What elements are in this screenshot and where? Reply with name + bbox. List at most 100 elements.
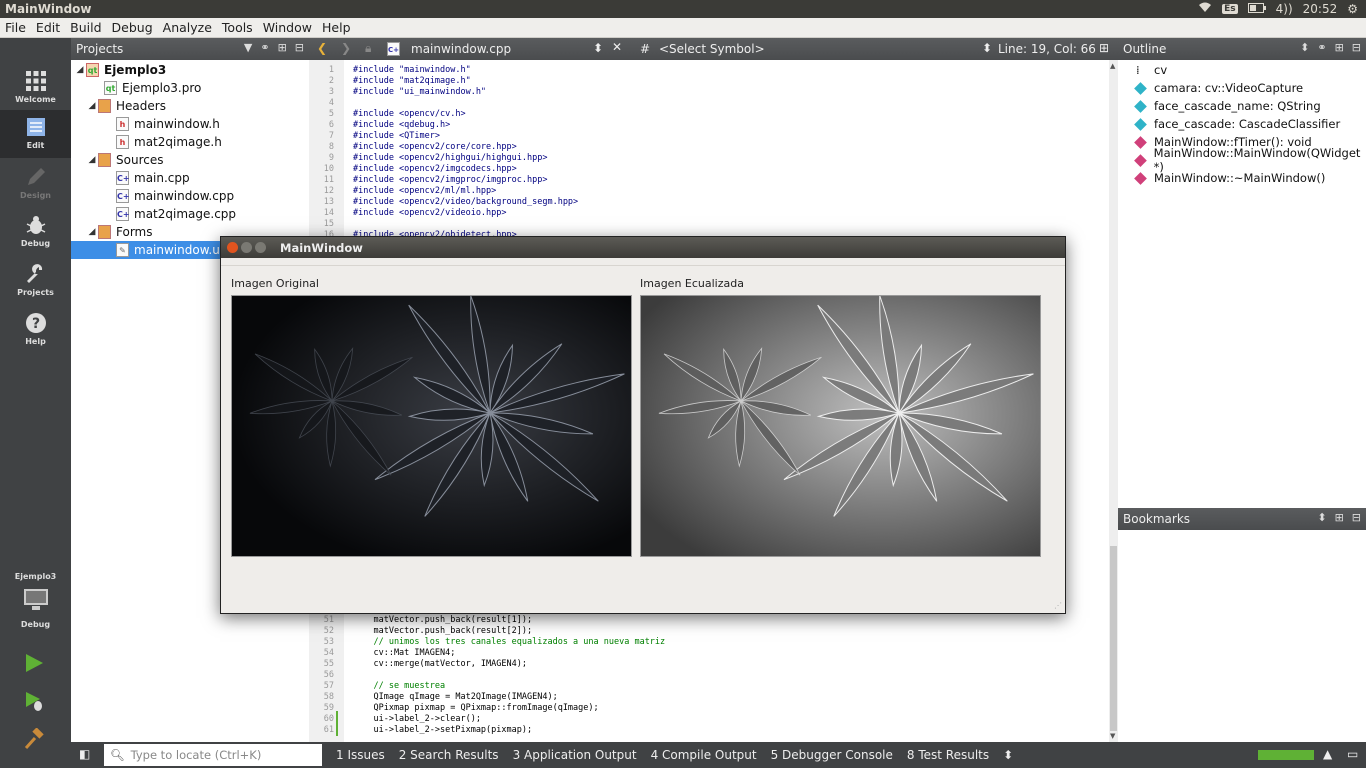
split-icon[interactable]: ⊞ — [1335, 41, 1344, 54]
cursor-position[interactable]: Line: 19, Col: 66 — [998, 42, 1096, 56]
outline-item[interactable]: face_cascade_name: QString — [1118, 97, 1366, 115]
output-tab-issues[interactable]: 1 Issues — [336, 748, 385, 762]
tree-item-file[interactable]: h mainwindow.h — [71, 115, 309, 133]
back-arrow-icon[interactable]: ❮ — [317, 41, 327, 55]
code-line[interactable]: matVector.push_back(result[2]); — [353, 626, 665, 637]
menu-edit[interactable]: Edit — [31, 18, 65, 37]
tree-item-file[interactable]: C+ main.cpp — [71, 169, 309, 187]
chevron-down-icon[interactable]: ◢ — [86, 227, 98, 237]
combo-arrow-icon[interactable]: ⬍ — [593, 41, 603, 55]
code-line[interactable]: #include <opencv2/ml/ml.hpp> — [353, 186, 578, 197]
mode-welcome[interactable]: Welcome — [0, 64, 71, 112]
close-panel-icon[interactable]: ⊟ — [1352, 511, 1361, 524]
code-line[interactable] — [353, 670, 665, 681]
combo-arrow-icon[interactable]: ⬍ — [982, 41, 992, 55]
mode-edit[interactable]: Edit — [0, 110, 71, 158]
combo-arrow-icon[interactable]: ⬍ — [1317, 511, 1326, 524]
tree-item-file[interactable]: C+ mat2qimage.cpp — [71, 205, 309, 223]
code-line[interactable]: cv::Mat IMAGEN4; — [353, 648, 665, 659]
tree-item-file[interactable]: C+ mainwindow.cpp — [71, 187, 309, 205]
menu-analyze[interactable]: Analyze — [158, 18, 217, 37]
run-button[interactable] — [23, 652, 45, 678]
tree-item-root[interactable]: ◢ qt Ejemplo3 — [71, 61, 309, 79]
tree-item-pro[interactable]: qt Ejemplo3.pro — [71, 79, 309, 97]
mode-debug[interactable]: Debug — [0, 208, 71, 256]
locator-input[interactable]: 🔍︎ Type to locate (Ctrl+K) — [104, 744, 322, 766]
sidebar-toggle-icon[interactable]: ◧ — [79, 747, 90, 761]
outline-item[interactable]: camara: cv::VideoCapture — [1118, 79, 1366, 97]
code-line[interactable]: #include <opencv2/core/core.hpp> — [353, 142, 578, 153]
code-line[interactable]: QImage qImage = Mat2QImage(IMAGEN4); — [353, 692, 665, 703]
code-line[interactable]: #include "mat2qimage.h" — [353, 76, 578, 87]
code-line[interactable] — [353, 219, 578, 230]
code-line[interactable]: matVector.push_back(result[1]); — [353, 615, 665, 626]
code-line[interactable]: #include <QTimer> — [353, 131, 578, 142]
editor-scrollbar[interactable]: ▲ ▼ — [1109, 60, 1118, 742]
minimize-icon[interactable] — [241, 242, 252, 253]
outline-item[interactable]: face_cascade: CascadeClassifier — [1118, 115, 1366, 133]
code-line[interactable]: #include <opencv2/imgcodecs.hpp> — [353, 164, 578, 175]
code-line[interactable]: ui->label_2->setPixmap(pixmap); — [353, 725, 665, 736]
gear-icon[interactable]: ⚙ — [1347, 2, 1358, 16]
code-line[interactable]: // unimos los tres canales equalizados a… — [353, 637, 665, 648]
menu-help[interactable]: Help — [317, 18, 356, 37]
code-line[interactable]: #include <opencv2/video/background_segm.… — [353, 197, 578, 208]
code-line[interactable]: #include <opencv2/videoio.hpp> — [353, 208, 578, 219]
close-panel-icon[interactable]: ⊟ — [1352, 41, 1361, 54]
menu-build[interactable]: Build — [65, 18, 106, 37]
filter-icon[interactable]: ▼ — [244, 41, 252, 54]
code-line[interactable]: cv::merge(matVector, IMAGEN4); — [353, 659, 665, 670]
code-line[interactable]: #include "ui_mainwindow.h" — [353, 87, 578, 98]
menu-debug[interactable]: Debug — [107, 18, 158, 37]
app-window-titlebar[interactable]: MainWindow — [221, 237, 1065, 258]
split-icon[interactable]: ⊞ — [1099, 41, 1109, 55]
link-icon[interactable]: ⚭ — [1317, 41, 1326, 54]
editor-file-combo[interactable]: mainwindow.cpp — [411, 42, 511, 56]
code-line[interactable]: #include <opencv2/imgproc/imgproc.hpp> — [353, 175, 578, 186]
kit-selector[interactable]: Debug — [0, 588, 71, 632]
output-tab-test-results[interactable]: 8 Test Results — [907, 748, 989, 762]
symbol-combo[interactable]: <Select Symbol> — [659, 42, 765, 56]
tree-item-file[interactable]: h mat2qimage.h — [71, 133, 309, 151]
code-line[interactable]: // se muestrea — [353, 681, 665, 692]
mode-help[interactable]: ? Help — [0, 306, 71, 354]
mode-design[interactable]: Design — [0, 160, 71, 208]
chevron-up-icon[interactable]: ▲ — [1323, 747, 1332, 761]
outline-item[interactable]: ⁞ cv — [1118, 61, 1366, 79]
outline-item[interactable]: MainWindow::MainWindow(QWidget *) — [1118, 146, 1366, 174]
code-line[interactable]: ui->label_2->clear(); — [353, 714, 665, 725]
resize-grip[interactable]: ⋰ — [1054, 601, 1062, 610]
keyboard-layout-indicator[interactable]: Es — [1222, 4, 1238, 14]
code-line[interactable] — [353, 98, 578, 109]
output-tab-debugger-console[interactable]: 5 Debugger Console — [771, 748, 893, 762]
chevron-down-icon[interactable]: ◢ — [74, 65, 86, 75]
mode-projects[interactable]: Projects — [0, 257, 71, 305]
link-icon[interactable]: ⚭ — [260, 41, 269, 54]
scrollbar-thumb[interactable] — [1110, 546, 1117, 731]
menu-window[interactable]: Window — [258, 18, 317, 37]
combo-arrow-icon[interactable]: ⬍ — [1300, 41, 1309, 54]
split-icon[interactable]: ⊞ — [278, 41, 287, 54]
code-line[interactable]: QPixmap pixmap = QPixmap::fromImage(qIma… — [353, 703, 665, 714]
more-tabs-icon[interactable]: ⬍ — [1003, 748, 1013, 762]
menu-file[interactable]: File — [0, 18, 31, 37]
code-line[interactable]: #include "mainwindow.h" — [353, 65, 578, 76]
battery-icon[interactable] — [1247, 2, 1266, 16]
tree-item-sources[interactable]: ◢ Sources — [71, 151, 309, 169]
volume-icon[interactable]: 4)) — [1276, 2, 1293, 16]
chevron-down-icon[interactable]: ◢ — [86, 155, 98, 165]
split-icon[interactable]: ⊞ — [1335, 511, 1344, 524]
output-tab-application-output[interactable]: 3 Application Output — [513, 748, 637, 762]
tree-item-headers[interactable]: ◢ Headers — [71, 97, 309, 115]
close-panel-icon[interactable]: ⊟ — [295, 41, 304, 54]
wifi-icon[interactable] — [1198, 2, 1212, 16]
code-line[interactable]: #include <qdebug.h> — [353, 120, 578, 131]
clock[interactable]: 20:52 — [1303, 2, 1338, 16]
menu-tools[interactable]: Tools — [217, 18, 258, 37]
debug-run-button[interactable] — [23, 690, 45, 716]
close-icon[interactable] — [227, 242, 238, 253]
maximize-icon[interactable] — [255, 242, 266, 253]
build-button[interactable] — [23, 727, 45, 754]
close-document-icon[interactable]: ✕ — [612, 40, 622, 54]
chevron-down-icon[interactable]: ◢ — [86, 101, 98, 111]
